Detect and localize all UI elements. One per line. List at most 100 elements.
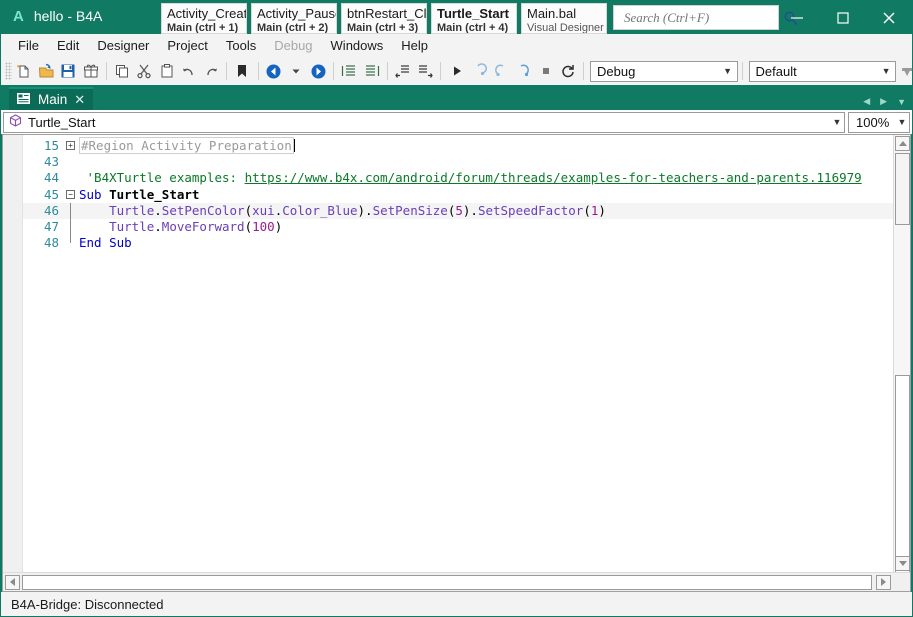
code-line[interactable]: 48 End Sub [23, 235, 893, 251]
b4a-ide-window: A hello - B4A Activity_Creat Main (ctrl … [0, 0, 913, 617]
step-into-button[interactable] [468, 60, 490, 83]
menu-designer[interactable]: Designer [88, 36, 158, 55]
navigate-back-button[interactable] [263, 60, 285, 83]
editor-horizontal-scrollbar[interactable] [3, 572, 910, 591]
scroll-thumb[interactable] [895, 375, 910, 572]
code-line[interactable]: 44 'B4XTurtle examples: https://www.b4x.… [23, 170, 893, 186]
code-token-link[interactable]: https://www.b4x.com/android/forum/thread… [245, 170, 862, 185]
chevron-down-icon: ▼ [881, 66, 891, 76]
run-button[interactable] [445, 60, 467, 83]
uncomment-button[interactable] [414, 60, 436, 83]
scroll-left-button[interactable] [5, 574, 20, 590]
tab-prev-icon[interactable]: ◀ [863, 96, 870, 107]
main-toolbar: Debug ▼ Default ▼ ▬ ▼ [1, 57, 912, 85]
fold-gutter[interactable]: − [65, 187, 79, 203]
minimize-button[interactable] [774, 1, 820, 34]
redo-button[interactable] [200, 60, 222, 83]
navigate-forward-button[interactable] [307, 60, 329, 83]
code-lines[interactable]: 15 + #Region Activity Preparation 43 44 [23, 135, 893, 572]
line-number: 43 [43, 154, 59, 170]
menu-project[interactable]: Project [158, 36, 216, 55]
quick-tab-activity-create[interactable]: Activity_Creat Main (ctrl + 1) [161, 3, 247, 34]
code-token-identifier: Turtle [79, 218, 155, 234]
fold-expand-icon[interactable]: + [66, 141, 75, 150]
scroll-thumb-upper[interactable] [895, 153, 910, 225]
scroll-up-button[interactable] [895, 136, 910, 151]
comment-button[interactable] [392, 60, 414, 83]
paste-button[interactable] [155, 60, 177, 83]
navigate-history-button[interactable] [285, 60, 307, 83]
code-editor-body[interactable]: 15 + #Region Activity Preparation 43 44 [3, 135, 910, 572]
toolbar-separator [257, 62, 259, 80]
bookmark-button[interactable] [231, 60, 253, 83]
quick-tab-activity-pause[interactable]: Activity_Pause Main (ctrl + 2) [251, 3, 337, 34]
code-line[interactable]: 15 + #Region Activity Preparation [23, 137, 893, 154]
toolbar-overflow-chevron-icon[interactable]: ▬ ▼ [902, 64, 912, 79]
menu-file[interactable]: File [9, 36, 48, 55]
code-token-punct: . [154, 218, 162, 234]
fold-gutter [65, 218, 79, 236]
stop-button[interactable] [535, 60, 557, 83]
fold-gutter[interactable]: + [65, 138, 79, 154]
toolbar-grip[interactable] [5, 62, 12, 80]
fold-line [70, 202, 71, 219]
code-line-current[interactable]: 46 Turtle.SetPenColor(xui.Color_Blue).Se… [23, 202, 893, 219]
code-line[interactable]: 47 Turtle.MoveForward(100) [23, 218, 893, 236]
quick-tab-name: Activity_Pause [257, 6, 337, 21]
editor-vertical-scrollbar[interactable] [893, 135, 910, 572]
menu-windows[interactable]: Windows [322, 36, 393, 55]
outdent-button[interactable] [361, 60, 383, 83]
code-token-region: #Region Activity Preparation [79, 137, 294, 154]
tab-list-chevron-down-icon[interactable]: ▼ [897, 97, 906, 107]
menu-debug: Debug [274, 37, 313, 53]
member-select[interactable]: Turtle_Start ▼ [3, 111, 845, 133]
document-tab-main[interactable]: Main ✕ [9, 87, 94, 110]
restart-button[interactable] [557, 60, 579, 83]
code-line[interactable]: 45 − Sub Turtle_Start [23, 187, 893, 203]
triangle-left-icon [10, 578, 15, 586]
quick-tab-main-bal[interactable]: Main.bal Visual Designer [521, 3, 607, 34]
quick-tab-sub: Main (ctrl + 1) [167, 22, 239, 34]
step-out-button[interactable] [512, 60, 534, 83]
export-package-button[interactable] [80, 60, 102, 83]
step-over-button[interactable] [490, 60, 512, 83]
code-token-punct: . [154, 202, 162, 218]
copy-button[interactable] [111, 60, 133, 83]
member-select-value: Turtle_Start [28, 114, 96, 130]
code-token-identifier: MoveForward [161, 218, 245, 234]
code-token-punct: ( [244, 202, 253, 218]
member-navigation-bar: Turtle_Start ▼ 100% ▼ [1, 110, 912, 134]
close-button[interactable] [866, 1, 912, 34]
status-text: B4A-Bridge: Disconnected [11, 596, 164, 612]
build-mode-select[interactable]: Debug ▼ [590, 60, 738, 82]
cut-button[interactable] [133, 60, 155, 83]
code-token-identifier: SetPenColor [161, 202, 245, 218]
code-line[interactable]: 43 [23, 154, 893, 170]
scrollbar-corner [893, 574, 910, 590]
scroll-down-button[interactable] [895, 556, 910, 571]
scroll-right-button[interactable] [876, 574, 891, 590]
fold-collapse-icon[interactable]: − [66, 189, 75, 199]
hscroll-thumb[interactable] [22, 574, 872, 590]
maximize-button[interactable] [820, 1, 866, 34]
line-number: 47 [43, 218, 59, 234]
menu-tools[interactable]: Tools [217, 36, 265, 55]
fold-gutter [65, 154, 79, 170]
fold-gutter [65, 202, 79, 219]
indent-button[interactable] [338, 60, 360, 83]
zoom-select[interactable]: 100% ▼ [848, 111, 910, 133]
quick-tab-turtle-start[interactable]: Turtle_Start Main (ctrl + 4) [431, 3, 517, 34]
build-config-select[interactable]: Default ▼ [748, 60, 897, 82]
save-button[interactable] [57, 60, 79, 83]
quick-tab-btnrestart-click[interactable]: btnRestart_Cl Main (ctrl + 3) [341, 3, 427, 34]
search-box[interactable] [613, 5, 798, 30]
tab-next-icon[interactable]: ▶ [880, 96, 887, 107]
new-file-button[interactable] [13, 60, 35, 83]
search-input[interactable] [622, 8, 783, 27]
menu-edit[interactable]: Edit [48, 36, 88, 55]
close-icon[interactable]: ✕ [74, 93, 85, 106]
menu-help[interactable]: Help [392, 36, 437, 55]
undo-button[interactable] [178, 60, 200, 83]
line-number: 46 [43, 202, 59, 218]
open-project-button[interactable] [35, 60, 57, 83]
